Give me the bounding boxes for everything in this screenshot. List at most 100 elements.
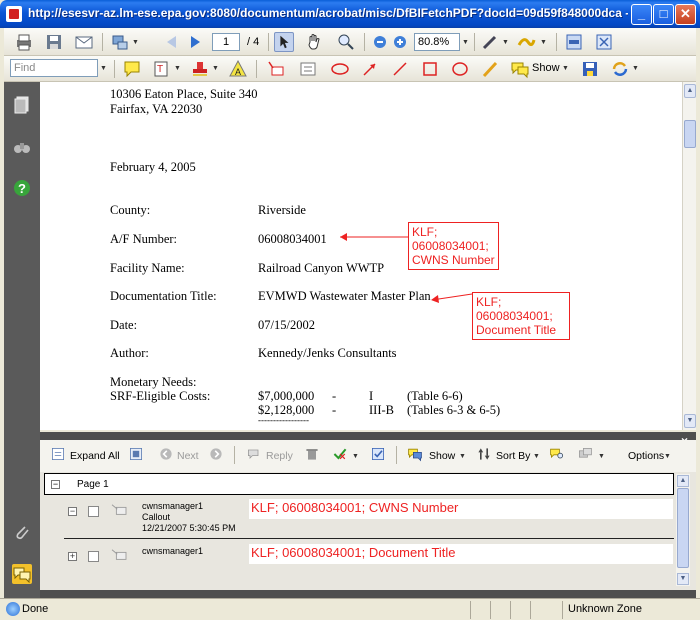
page-group-row[interactable]: − Page 1 — [44, 473, 674, 495]
chevron-down-icon[interactable]: ▼ — [132, 39, 139, 46]
summarize-comments-icon[interactable] — [576, 446, 594, 462]
scroll-up-arrow[interactable]: ▲ — [684, 84, 696, 98]
collapse-toggle[interactable]: − — [68, 507, 77, 516]
chevron-down-icon[interactable]: ▼ — [174, 65, 181, 72]
scroll-down-arrow[interactable]: ▼ — [677, 573, 689, 585]
show-comments-icon[interactable] — [510, 59, 530, 79]
highlight-icon[interactable]: A — [228, 59, 248, 79]
maximize-button[interactable]: □ — [653, 4, 674, 25]
chevron-down-icon[interactable]: ▼ — [352, 453, 359, 460]
scroll-thumb[interactable] — [677, 488, 689, 568]
letter-date: February 4, 2005 — [110, 160, 196, 174]
reply-button[interactable]: Reply — [266, 450, 293, 462]
page-number-input[interactable]: 1 — [212, 33, 240, 51]
chevron-down-icon[interactable]: ▼ — [100, 65, 107, 72]
comment-author: cwnsmanager1 — [142, 546, 204, 556]
trash-icon[interactable] — [304, 446, 320, 462]
collapse-all-icon[interactable] — [128, 446, 144, 462]
zoom-tool-icon[interactable] — [336, 32, 356, 52]
comment-text[interactable]: KLF; 06008034001; CWNS Number — [249, 499, 673, 519]
zoom-level-select[interactable]: 80.8% — [414, 33, 460, 51]
fit-width-icon[interactable] — [564, 32, 584, 52]
expand-toggle[interactable]: + — [68, 552, 77, 561]
zoom-out-icon[interactable] — [370, 32, 390, 52]
expand-all-icon[interactable] — [50, 446, 66, 462]
zoom-in-icon[interactable] — [390, 32, 410, 52]
cloud-icon[interactable] — [330, 59, 350, 79]
attachments-icon[interactable] — [12, 522, 32, 542]
select-tool-icon[interactable] — [274, 32, 294, 52]
comment-checkbox[interactable] — [88, 551, 99, 562]
expand-all-button[interactable]: Expand All — [70, 450, 120, 462]
arrow-tool-icon[interactable] — [360, 59, 380, 79]
scroll-down-arrow[interactable]: ▼ — [684, 414, 696, 428]
comments-scrollbar[interactable]: ▲ ▼ — [676, 474, 690, 586]
document-scrollbar[interactable]: ▲ ▼ — [682, 82, 696, 430]
show-menu-button[interactable]: Show — [429, 450, 455, 462]
text-box-icon[interactable] — [298, 59, 318, 79]
callout-annotation-title[interactable]: KLF; 06008034001; Document Title — [472, 292, 570, 340]
text-edit-icon[interactable]: T — [152, 59, 172, 79]
close-button[interactable]: ✕ — [675, 4, 696, 25]
chevron-down-icon[interactable]: ▼ — [533, 453, 540, 460]
attach-network-icon[interactable] — [110, 32, 130, 52]
pages-icon[interactable] — [12, 94, 32, 114]
rectangle-tool-icon[interactable] — [420, 59, 440, 79]
chevron-down-icon[interactable]: ▼ — [462, 39, 469, 46]
comment-text[interactable]: KLF; 06008034001; Document Title — [249, 544, 673, 564]
callout-line: 06008034001; — [476, 309, 553, 323]
reply-icon[interactable] — [246, 446, 262, 462]
show-comments-icon[interactable] — [406, 446, 424, 462]
sort-by-button[interactable]: Sort By — [496, 450, 530, 462]
comments-panel-icon[interactable] — [12, 564, 32, 584]
sign-icon[interactable] — [516, 32, 536, 52]
email-icon[interactable] — [74, 32, 94, 52]
scroll-up-arrow[interactable]: ▲ — [677, 475, 689, 487]
chevron-down-icon[interactable]: ▼ — [562, 65, 569, 72]
oval-tool-icon[interactable] — [450, 59, 470, 79]
save-comments-icon[interactable] — [580, 59, 600, 79]
minimize-button[interactable]: _ — [631, 4, 652, 25]
line-tool-icon[interactable] — [390, 59, 410, 79]
help-icon[interactable]: ? — [12, 178, 32, 198]
sticky-note-icon[interactable] — [122, 59, 142, 79]
comment-meta: cwnsmanager1 — [142, 546, 203, 557]
set-status-icon[interactable] — [332, 446, 348, 462]
collapse-toggle[interactable]: − — [51, 480, 60, 489]
next-comment-icon[interactable] — [208, 446, 224, 462]
options-menu-button[interactable]: Options — [628, 450, 664, 462]
comment-item[interactable]: − cwnsmanager1 Callout 12/21/2007 5:30:4… — [44, 498, 674, 538]
pencil-tool-icon[interactable] — [480, 59, 500, 79]
hand-tool-icon[interactable] — [304, 32, 324, 52]
full-screen-icon[interactable] — [594, 32, 614, 52]
callout-tool-icon[interactable] — [266, 59, 286, 79]
search-comments-icon[interactable] — [548, 446, 566, 462]
pen-tool-icon[interactable] — [480, 32, 500, 52]
print-icon[interactable] — [14, 32, 34, 52]
chevron-down-icon[interactable]: ▼ — [632, 65, 639, 72]
chevron-down-icon[interactable]: ▼ — [459, 453, 466, 460]
chevron-down-icon[interactable]: ▼ — [664, 453, 671, 460]
binoculars-icon[interactable] — [12, 136, 32, 156]
chevron-down-icon[interactable]: ▼ — [598, 453, 605, 460]
field-label: A/F Number: — [110, 232, 178, 246]
chevron-down-icon[interactable]: ▼ — [540, 39, 547, 46]
previous-comment-icon[interactable] — [158, 446, 174, 462]
find-input[interactable]: Find — [10, 59, 98, 77]
chevron-down-icon[interactable]: ▼ — [212, 65, 219, 72]
security-zone: Unknown Zone — [568, 603, 642, 615]
callout-annotation-cwns[interactable]: KLF; 06008034001; CWNS Number — [408, 222, 499, 270]
chevron-down-icon[interactable]: ▼ — [502, 39, 509, 46]
show-menu-label[interactable]: Show — [532, 62, 560, 74]
comment-item[interactable]: + cwnsmanager1 KLF; 06008034001; Documen… — [44, 543, 674, 573]
checkmark-icon[interactable] — [370, 446, 386, 462]
save-icon[interactable] — [44, 32, 64, 52]
refresh-icon[interactable] — [610, 59, 630, 79]
scroll-thumb[interactable] — [684, 120, 696, 148]
next-page-icon[interactable] — [186, 32, 206, 52]
sort-icon[interactable] — [476, 446, 492, 462]
next-comment-button[interactable]: Next — [177, 450, 199, 462]
previous-page-icon[interactable] — [162, 32, 182, 52]
stamp-icon[interactable] — [190, 59, 210, 79]
comment-checkbox[interactable] — [88, 506, 99, 517]
